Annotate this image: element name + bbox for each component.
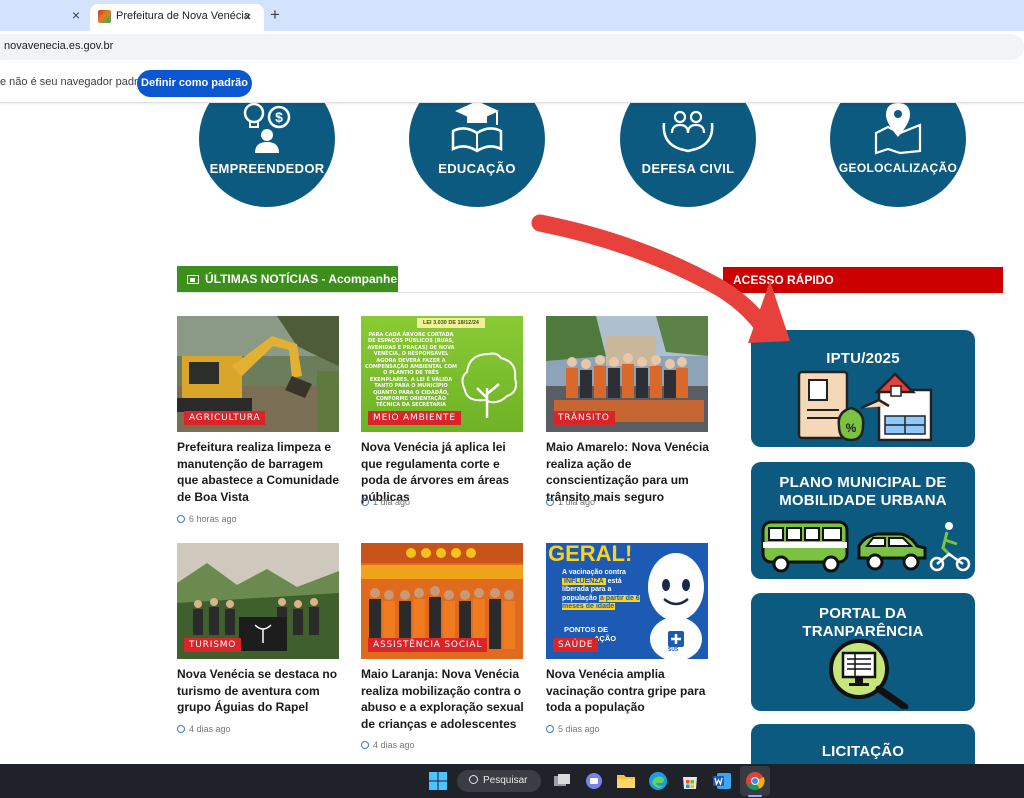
url-text[interactable]: novavenecia.es.gov.br — [4, 40, 113, 52]
news-title[interactable]: Maio Laranja: Nova Venécia realiza mobil… — [361, 666, 529, 732]
svg-text:$: $ — [275, 109, 283, 125]
clock-icon — [546, 498, 554, 506]
quick-access-header: ACESSO RÁPIDO — [723, 267, 1003, 293]
new-tab-icon[interactable]: + — [270, 5, 280, 25]
microsoft-store-icon[interactable] — [680, 771, 700, 791]
tree-icon — [461, 352, 517, 418]
news-title[interactable]: Maio Amarelo: Nova Venécia realiza ação … — [546, 439, 714, 505]
news-title[interactable]: Nova Venécia amplia vacinação contra gri… — [546, 666, 714, 716]
news-image-vacinacao[interactable]: GERAL! A vacinação contra INFLUENZA está… — [546, 543, 708, 659]
news-image-excavator[interactable]: AGRICULTURA — [177, 316, 339, 432]
category-tag[interactable]: TURISMO — [184, 638, 242, 652]
site-favicon-icon — [98, 10, 111, 23]
news-section-header: ÚLTIMAS NOTÍCIAS - Acompanhe — [177, 266, 398, 293]
news-date: 1 dia ago — [361, 497, 410, 507]
quick-access-iptu[interactable]: IPTU/2025 % — [751, 330, 975, 447]
tax-documents-icon: % — [797, 370, 933, 442]
category-label: EMPREENDEDOR — [209, 161, 325, 176]
news-title[interactable]: Prefeitura realiza limpeza e manutenção … — [177, 439, 345, 505]
file-explorer-icon[interactable] — [616, 771, 636, 791]
clock-icon — [361, 498, 369, 506]
law-banner: LEI 3.030 DE 18/12/24 — [417, 318, 485, 328]
news-image-firefighters[interactable]: TRÂNSITO — [546, 316, 708, 432]
news-date: 4 dias ago — [361, 740, 415, 750]
clock-icon — [546, 725, 554, 733]
news-title[interactable]: Nova Venécia se destaca no turismo de av… — [177, 666, 345, 716]
category-tag[interactable]: TRÂNSITO — [553, 411, 615, 425]
category-defesa-civil[interactable]: DEFESA CIVIL — [620, 103, 756, 207]
category-geolocalizacao[interactable]: GEOLOCALIZAÇÃO — [830, 103, 966, 207]
tab-prefeitura[interactable]: Prefeitura de Nova Venécia × — [90, 4, 264, 31]
category-label: DEFESA CIVIL — [641, 161, 735, 176]
category-tag[interactable]: SAÚDE — [553, 638, 599, 652]
sus-badge: SUS — [668, 647, 679, 653]
newspaper-icon — [187, 275, 199, 284]
quick-access-title: PLANO MUNICIPAL DE MOBILIDADE URBANA — [779, 474, 947, 509]
law-text: PARA CADA ÁRVORE CORTADA DE ESPAÇOS PÚBL… — [365, 332, 457, 409]
chrome-icon[interactable] — [745, 771, 765, 791]
category-label: EDUCAÇÃO — [438, 161, 516, 176]
quick-access-transparencia[interactable]: PORTAL DA TRANPARÊNCIA — [751, 593, 975, 711]
clock-icon — [177, 515, 185, 523]
quick-access-title: LICITAÇÃO — [821, 743, 905, 760]
news-title[interactable]: Nova Venécia já aplica lei que regulamen… — [361, 439, 529, 505]
news-date: 5 dias ago — [546, 724, 600, 734]
browser-tabstrip: × Prefeitura de Nova Venécia × + — [0, 0, 1024, 31]
poster-headline: GERAL! — [548, 543, 633, 566]
news-header-label: ÚLTIMAS NOTÍCIAS - Acompanhe — [205, 272, 397, 286]
category-educacao[interactable]: EDUCAÇÃO — [409, 103, 545, 207]
magnifier-monitor-icon — [829, 639, 909, 709]
category-empreendedor[interactable]: $ EMPREENDEDOR — [199, 103, 335, 207]
previous-tab-close-icon[interactable]: × — [68, 7, 84, 23]
quick-access-title: IPTU/2025 — [826, 350, 900, 367]
taskbar-search[interactable]: Pesquisar — [457, 770, 541, 792]
news-image-rapel[interactable]: TURISMO — [177, 543, 339, 659]
quick-access-licitacao[interactable]: LICITAÇÃO — [751, 724, 975, 764]
teams-chat-icon[interactable] — [584, 771, 604, 791]
default-browser-infobar: e não é seu navegador padrão Definir com… — [0, 63, 1024, 103]
web-page: $ EMPREENDEDOR EDUCAÇÃO DEFESA CIVIL GEO… — [0, 103, 1024, 764]
news-image-tree-law[interactable]: LEI 3.030 DE 18/12/24 PARA CADA ÁRVORE C… — [361, 316, 523, 432]
set-default-button[interactable]: Definir como padrão — [137, 70, 252, 97]
news-date: 6 horas ago — [177, 514, 237, 524]
quick-access-mobilidade[interactable]: PLANO MUNICIPAL DE MOBILIDADE URBANA — [751, 462, 975, 579]
news-date: 4 dias ago — [177, 724, 231, 734]
bus-car-bike-icon — [761, 520, 971, 573]
tab-title: Prefeitura de Nova Venécia — [116, 10, 250, 22]
address-bar[interactable]: novavenecia.es.gov.br — [0, 34, 1024, 60]
active-app-indicator — [748, 795, 762, 797]
category-tag[interactable]: ASSISTÊNCIA SOCIAL — [368, 638, 488, 652]
mascot-icon — [648, 553, 704, 659]
clock-icon — [361, 741, 369, 749]
news-image-maio-laranja[interactable]: ASSISTÊNCIA SOCIAL — [361, 543, 523, 659]
infobar-message: e não é seu navegador padrão — [0, 76, 150, 88]
map-pin-icon — [874, 103, 922, 155]
entrepreneur-icon: $ — [243, 103, 291, 153]
poster-body: A vacinação contra INFLUENZA está libera… — [562, 569, 640, 610]
windows-start-icon[interactable] — [428, 771, 448, 791]
news-date: 1 dia ago — [546, 497, 595, 507]
task-view-icon[interactable] — [552, 771, 572, 791]
browser-toolbar: novavenecia.es.gov.br — [0, 31, 1024, 63]
tab-close-icon[interactable]: × — [244, 9, 252, 24]
quick-access-title: PORTAL DA TRANPARÊNCIA — [802, 605, 924, 640]
category-tag[interactable]: AGRICULTURA — [184, 411, 266, 425]
divider — [177, 292, 707, 293]
protecting-hands-icon — [662, 110, 714, 153]
category-tag[interactable]: MEIO AMBIENTE — [368, 411, 461, 425]
word-icon[interactable] — [712, 771, 732, 791]
windows-taskbar: Pesquisar — [0, 764, 1024, 798]
svg-text:%: % — [846, 421, 857, 435]
graduation-book-icon — [451, 103, 503, 153]
category-label: GEOLOCALIZAÇÃO — [838, 161, 958, 175]
clock-icon — [177, 725, 185, 733]
edge-browser-icon[interactable] — [648, 771, 668, 791]
